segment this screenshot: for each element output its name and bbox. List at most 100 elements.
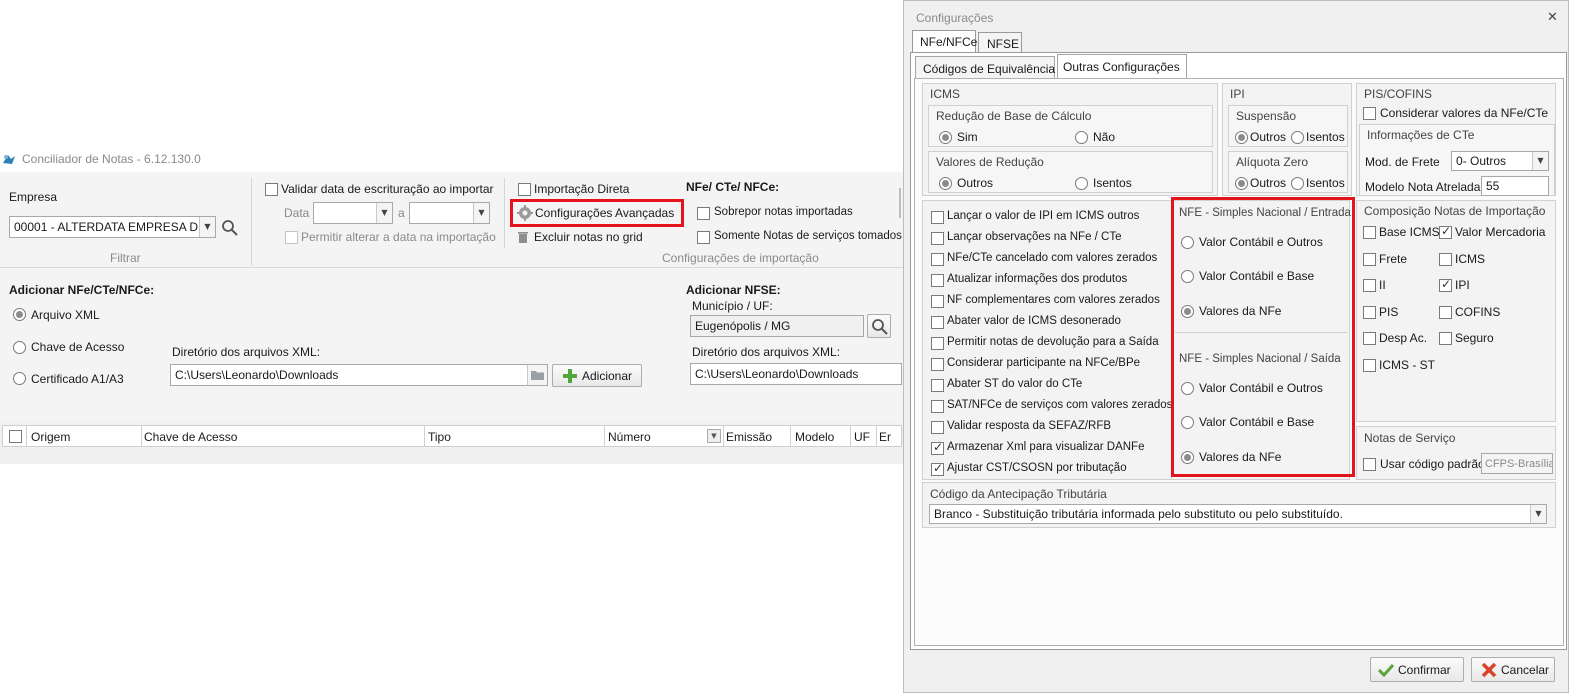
divider xyxy=(251,178,252,266)
certificado-radio[interactable] xyxy=(13,372,26,385)
chevron-down-icon[interactable]: ▼ xyxy=(473,203,489,223)
col-er[interactable]: Er xyxy=(879,430,891,444)
icms-title: ICMS xyxy=(930,87,960,101)
aliquota-outros-radio[interactable] xyxy=(1235,177,1248,190)
aliquota-isentos-radio[interactable] xyxy=(1291,177,1304,190)
subtab-outras[interactable]: Outras Configurações xyxy=(1057,54,1187,79)
somente-servicos-checkbox[interactable] xyxy=(697,231,710,244)
permitir-alterar-label: Permitir alterar a data na importação xyxy=(301,230,496,244)
chevron-down-icon[interactable]: ▼ xyxy=(1532,152,1548,170)
tab-nfe-nfce[interactable]: NFe/NFCe xyxy=(912,30,977,53)
option-checkbox[interactable] xyxy=(931,379,944,392)
option-checkbox[interactable] xyxy=(931,440,944,455)
isentos-radio[interactable] xyxy=(1075,177,1088,190)
composicao-checkbox[interactable] xyxy=(1439,277,1452,292)
dialog-title: Configurações xyxy=(916,11,994,25)
chave-acesso-label: Chave de Acesso xyxy=(31,340,125,354)
municipio-input[interactable]: Eugenópolis / MG xyxy=(690,315,864,337)
considerar-checkbox[interactable] xyxy=(1363,107,1376,120)
validar-data-checkbox[interactable] xyxy=(265,183,278,196)
composicao-checkbox[interactable] xyxy=(1363,332,1376,345)
option-checkbox[interactable] xyxy=(931,358,944,371)
chevron-down-icon[interactable]: ▼ xyxy=(376,203,392,223)
sobrepor-notas-checkbox[interactable] xyxy=(697,207,710,220)
importacao-direta-checkbox[interactable] xyxy=(518,183,531,196)
option-label: Permitir notas de devolução para a Saída xyxy=(947,336,1159,348)
mod-frete-select[interactable]: 0- Outros ▼ xyxy=(1451,151,1549,171)
col-origem[interactable]: Origem xyxy=(31,430,70,444)
adicionar-button[interactable]: Adicionar xyxy=(552,364,642,387)
arquivo-xml-radio[interactable] xyxy=(13,308,26,321)
composicao-label: COFINS xyxy=(1455,304,1501,319)
col-chave-acesso[interactable]: Chave de Acesso xyxy=(144,430,237,444)
suspensao-isentos-radio[interactable] xyxy=(1291,131,1304,144)
option-checkbox[interactable] xyxy=(931,461,944,476)
option-checkbox[interactable] xyxy=(931,400,944,413)
diretorio-input[interactable]: C:\Users\Leonardo\Downloads xyxy=(170,364,548,386)
col-modelo[interactable]: Modelo xyxy=(795,430,834,444)
excluir-notas-button[interactable]: Excluir notas no grid xyxy=(534,230,643,244)
option-checkbox[interactable] xyxy=(931,253,944,266)
option-checkbox[interactable] xyxy=(931,274,944,287)
composicao-checkbox[interactable] xyxy=(1363,358,1376,372)
composicao-checkbox[interactable] xyxy=(1363,279,1376,292)
nao-radio[interactable] xyxy=(1075,131,1088,144)
folder-icon[interactable] xyxy=(527,365,547,385)
select-all-checkbox[interactable] xyxy=(9,430,22,443)
option-checkbox[interactable] xyxy=(931,337,944,350)
composicao-checkbox[interactable] xyxy=(1363,226,1376,239)
data-label: Data xyxy=(284,206,310,220)
diretorio-nfse-input[interactable]: C:\Users\Leonardo\Downloads xyxy=(690,363,902,385)
option-checkbox[interactable] xyxy=(931,232,944,245)
composicao-checkbox[interactable] xyxy=(1363,252,1376,266)
config-importacao-group-label: Configurações de importação xyxy=(662,251,819,265)
confirmar-button[interactable]: Confirmar xyxy=(1370,657,1464,682)
configuracoes-dialog: Configurações ✕ NFe/NFCe NFSE Códigos de… xyxy=(903,0,1569,693)
option-checkbox[interactable] xyxy=(931,421,944,434)
composicao-checkbox[interactable] xyxy=(1439,305,1452,319)
usar-codigo-label: Usar código padrão xyxy=(1380,457,1485,471)
chevron-down-icon[interactable]: ▼ xyxy=(199,217,215,237)
filter-icon[interactable]: ▼ xyxy=(707,429,721,443)
municipio-search-button[interactable] xyxy=(867,314,891,338)
codigo-padrao-value: CFPS-Brasília xyxy=(1485,458,1553,470)
option-checkbox[interactable] xyxy=(931,295,944,308)
col-uf[interactable]: UF xyxy=(854,430,870,444)
chave-acesso-radio[interactable] xyxy=(13,341,26,354)
data-end-select[interactable]: ▼ xyxy=(409,202,490,224)
aliquota-isentos-label: Isentos xyxy=(1306,176,1345,190)
suspensao-outros-radio[interactable] xyxy=(1235,131,1248,144)
search-icon[interactable] xyxy=(221,219,239,237)
modelo-nota-input[interactable]: 55 xyxy=(1481,176,1549,196)
composicao-checkbox[interactable] xyxy=(1439,332,1452,345)
antecipacao-select[interactable]: Branco - Substituição tributária informa… xyxy=(929,504,1547,524)
col-tipo[interactable]: Tipo xyxy=(428,430,451,444)
suspensao-outros-label: Outros xyxy=(1250,130,1287,144)
sim-radio[interactable] xyxy=(939,131,952,144)
usar-codigo-checkbox[interactable] xyxy=(1363,458,1376,471)
codigo-padrao-input[interactable]: CFPS-Brasília xyxy=(1481,453,1553,474)
option-checkbox[interactable] xyxy=(931,211,944,224)
tab-nfse[interactable]: NFSE xyxy=(978,32,1022,52)
col-numero[interactable]: Número xyxy=(608,430,651,444)
composicao-label: Frete xyxy=(1379,251,1408,266)
cancelar-button[interactable]: Cancelar xyxy=(1471,657,1555,682)
valores-reducao-title: Valores de Redução xyxy=(936,155,1044,169)
col-emissao[interactable]: Emissão xyxy=(726,430,772,444)
divider xyxy=(504,178,505,248)
chevron-down-icon[interactable]: ▼ xyxy=(1530,505,1546,523)
permitir-alterar-checkbox[interactable] xyxy=(285,231,298,244)
composicao-checkbox[interactable] xyxy=(1439,252,1452,266)
cancelar-label: Cancelar xyxy=(1501,663,1550,677)
empresa-label: Empresa xyxy=(9,190,58,204)
subtab-codigos[interactable]: Códigos de Equivalência xyxy=(915,56,1055,78)
close-icon[interactable]: ✕ xyxy=(1547,10,1558,25)
data-start-select[interactable]: ▼ xyxy=(313,202,393,224)
notas-servico-title: Notas de Serviço xyxy=(1364,431,1456,445)
empresa-select[interactable]: 00001 - ALTERDATA EMPRESA DE T ▼ xyxy=(9,216,216,238)
composicao-checkbox[interactable] xyxy=(1363,305,1376,319)
sim-label: Sim xyxy=(957,130,978,144)
composicao-checkbox[interactable] xyxy=(1439,224,1452,239)
option-checkbox[interactable] xyxy=(931,316,944,329)
outros-radio[interactable] xyxy=(939,177,952,190)
